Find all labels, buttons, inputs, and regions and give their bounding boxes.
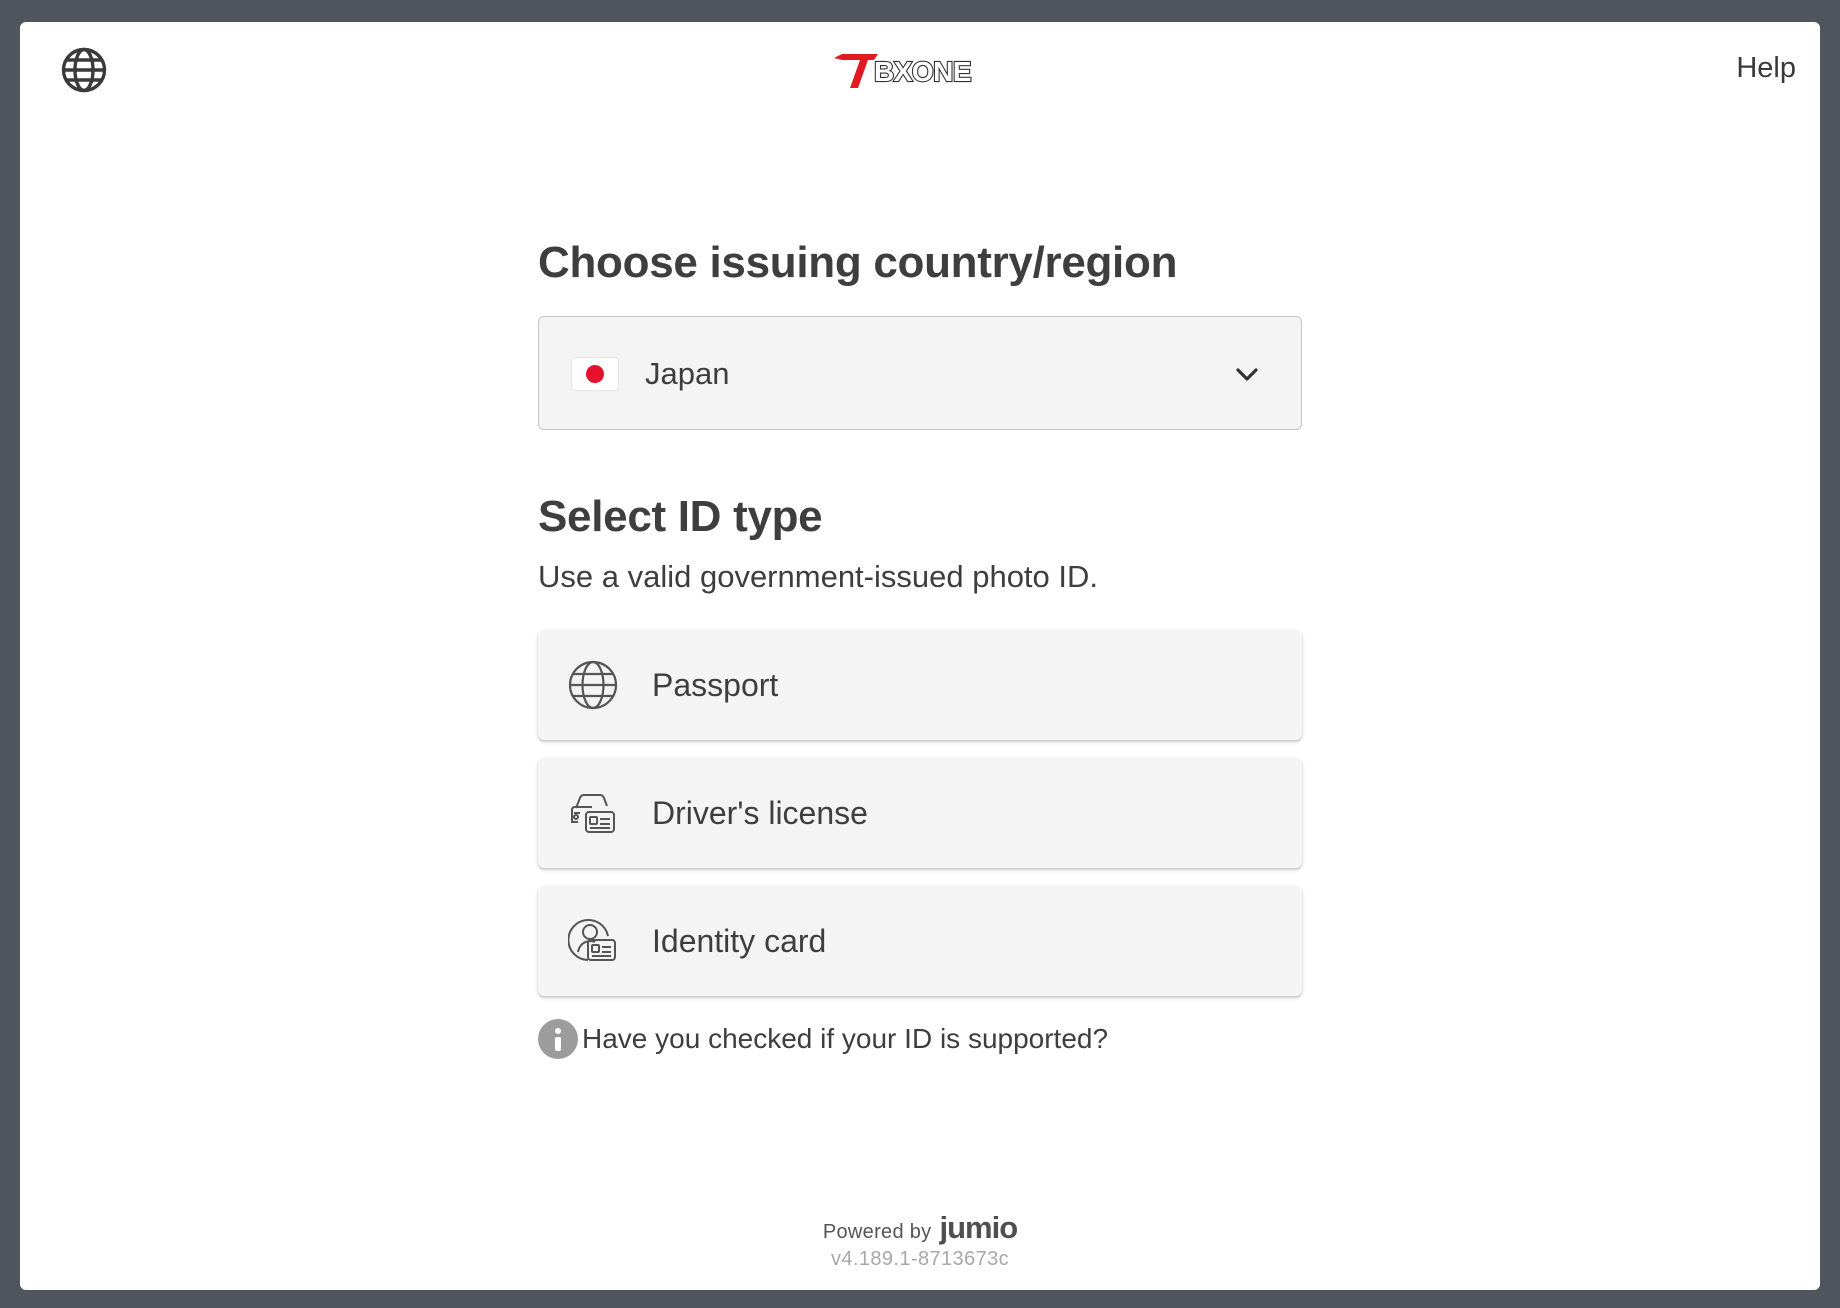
id-type-subtitle: Use a valid government-issued photo ID. [538,559,1099,594]
person-card-icon [568,919,616,961]
id-option-label: Identity card [652,923,827,959]
id-option-label: Passport [652,667,779,703]
car-card-icon [571,794,615,833]
jumio-logo: jumio [939,1210,1018,1245]
powered-by-text: Powered by [822,1221,932,1243]
language-selector-button[interactable] [60,46,108,94]
globe-icon [61,47,107,93]
svg-text:BXONE: BXONE [874,56,971,87]
id-option-identity-card[interactable]: Identity card [538,886,1302,996]
main-content: Choose issuing country/region Japan Sele… [538,232,1302,1060]
version-label: v4.189.1-8713673c [830,1248,1010,1270]
info-icon [538,1019,578,1059]
id-option-label: Driver's license [652,795,868,831]
help-link[interactable]: Help [1736,52,1796,85]
country-selected-value: Japan [645,356,730,391]
id-supported-link[interactable]: Have you checked if your ID is supported… [538,1018,1302,1060]
country-heading: Choose issuing country/region [538,238,1178,287]
id-type-list: Passport Driver's license Identity card [538,630,1302,996]
powered-by: Powered by jumio [822,1210,1018,1246]
japan-flag-icon [571,357,619,391]
footer: Powered by jumio v4.189.1-8713673c [20,1210,1820,1271]
verification-window: BXONE Help Choose issuing country/region… [20,22,1820,1290]
globe-icon [568,660,618,710]
id-option-passport[interactable]: Passport [538,630,1302,740]
country-select[interactable]: Japan [538,316,1302,430]
chevron-down-icon [1236,368,1258,381]
id-type-heading: Select ID type [538,492,823,541]
id-option-drivers-license[interactable]: Driver's license [538,758,1302,868]
bxone-logo: BXONE [830,48,1010,94]
id-supported-text: Have you checked if your ID is supported… [582,1023,1109,1054]
